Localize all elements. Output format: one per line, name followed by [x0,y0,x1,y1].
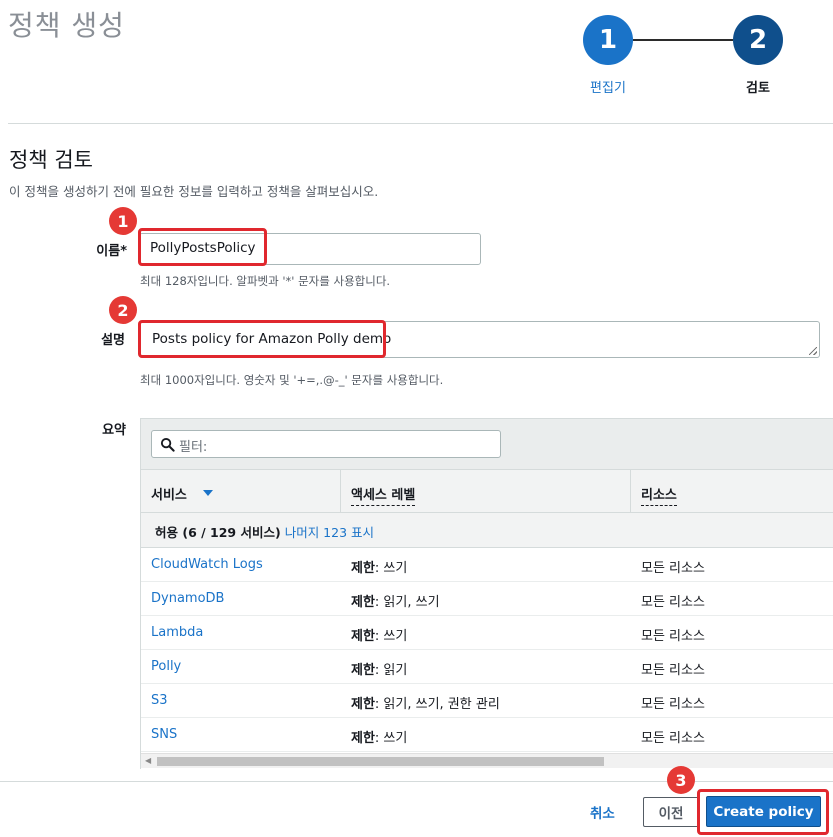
annotation-highlight-name [138,228,267,266]
service-link[interactable]: S3 [151,693,168,708]
description-label: 설명 [101,333,125,348]
access-level-prefix: 제한 [351,629,375,644]
sort-descending-icon[interactable] [203,490,213,496]
page-title: 정책 생성 [8,9,125,42]
access-level-detail: : 쓰기 [374,629,408,644]
annotation-badge-1: 1 [109,207,137,235]
access-level-prefix: 제한 [351,663,375,678]
access-level-detail: : 읽기 [374,663,408,678]
table-row: Lambda 제한: 쓰기 모든 리소스 [141,616,833,650]
access-level-prefix: 제한 [351,561,375,576]
resource-cell: 모든 리소스 [641,595,705,610]
table-row: SNS 제한: 쓰기 모든 리소스 [141,718,833,752]
horizontal-scrollbar[interactable]: ◀ [141,753,833,768]
annotation-badge-3: 3 [667,766,695,794]
annotation-badge-2: 2 [109,296,137,324]
access-level-prefix: 제한 [351,731,375,746]
filter-placeholder: 필터: [179,440,208,455]
group-row-allow: 허용 (6 / 129 서비스) 나머지 123 표시 [141,513,833,548]
access-level-prefix: 제한 [351,595,375,610]
access-level-detail: : 쓰기 [374,731,408,746]
table-header: 서비스 액세스 레벨 리소스 [141,469,833,513]
service-link[interactable]: DynamoDB [151,591,224,606]
scrollbar-thumb[interactable] [157,757,604,766]
resource-cell: 모든 리소스 [641,561,705,576]
section-description: 이 정책을 생성하기 전에 필요한 정보를 입력하고 정책을 살펴보십시오. [9,184,379,199]
name-label: 이름* [96,244,127,259]
access-level-detail: : 쓰기 [374,561,408,576]
group-label: 허용 (6 / 129 서비스) 나머지 123 표시 [155,522,374,541]
service-link[interactable]: Polly [151,659,181,674]
step-1-label[interactable]: 편집기 [584,77,632,96]
resource-cell: 모든 리소스 [641,629,705,644]
name-hint: 최대 128자입니다. 알파벳과 '*' 문자를 사용합니다. [140,274,391,288]
column-separator [630,470,631,513]
access-level-cell: 제한: 쓰기 [351,625,407,644]
scroll-left-icon[interactable]: ◀ [145,756,151,765]
service-link[interactable]: SNS [151,727,177,742]
annotation-highlight-description [138,320,386,358]
step-1-indicator[interactable]: 1 [583,15,633,65]
resource-cell: 모든 리소스 [641,697,705,712]
summary-table: 필터: 서비스 액세스 레벨 리소스 허용 (6 / 129 서비스) 나머지 … [140,418,833,769]
column-header-resource[interactable]: 리소스 [641,484,677,506]
summary-label: 요약 [102,423,126,438]
previous-button[interactable]: 이전 [643,797,699,827]
resource-cell: 모든 리소스 [641,731,705,746]
step-2-label: 검토 [746,81,770,96]
group-prefix: 허용 (6 / 129 서비스) [155,525,281,540]
cancel-button[interactable]: 취소 [590,802,615,822]
filter-input[interactable]: 필터: [151,430,501,458]
access-level-cell: 제한: 쓰기 [351,557,407,576]
access-level-detail: : 읽기, 쓰기, 권한 관리 [374,697,500,712]
access-level-detail: : 읽기, 쓰기 [374,595,440,610]
description-hint: 최대 1000자입니다. 영숫자 및 '+=,.@-_' 문자를 사용합니다. [140,373,444,387]
table-row: S3 제한: 읽기, 쓰기, 권한 관리 모든 리소스 [141,684,833,718]
column-header-access-level[interactable]: 액세스 레벨 [351,484,416,506]
search-icon [160,437,175,452]
column-header-service[interactable]: 서비스 [151,484,187,503]
filter-bar: 필터: [141,419,833,469]
access-level-cell: 제한: 읽기, 쓰기, 권한 관리 [351,693,500,712]
resize-handle-icon[interactable] [809,347,817,355]
table-row: CloudWatch Logs 제한: 쓰기 모든 리소스 [141,548,833,582]
header-divider [8,123,833,124]
access-level-cell: 제한: 읽기, 쓰기 [351,591,440,610]
access-level-cell: 제한: 읽기 [351,659,407,678]
access-level-prefix: 제한 [351,697,375,712]
table-row: Polly 제한: 읽기 모든 리소스 [141,650,833,684]
resource-cell: 모든 리소스 [641,663,705,678]
show-remaining-link[interactable]: 나머지 123 표시 [285,525,374,540]
service-link[interactable]: Lambda [151,625,203,640]
table-row: DynamoDB 제한: 읽기, 쓰기 모든 리소스 [141,582,833,616]
section-title: 정책 검토 [9,148,93,172]
service-link[interactable]: CloudWatch Logs [151,557,263,572]
annotation-highlight-create [697,789,829,835]
step-connector [633,39,733,41]
column-separator [340,470,341,513]
step-2-indicator: 2 [733,15,783,65]
access-level-cell: 제한: 쓰기 [351,727,407,746]
footer-divider [0,781,833,782]
